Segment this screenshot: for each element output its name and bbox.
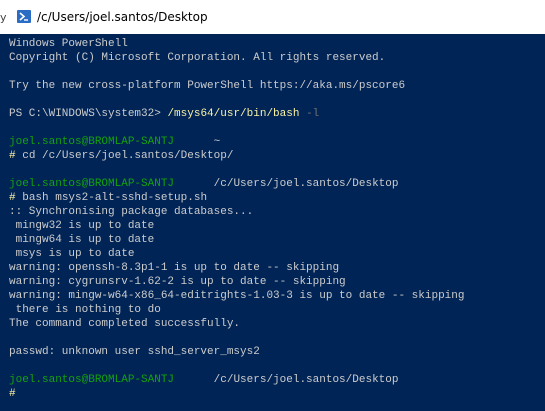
prompt-hash-1: # bbox=[9, 150, 16, 162]
prompt-dir-1: ~ bbox=[213, 136, 221, 148]
prompt-dir-2: /c/Users/joel.santos/Desktop bbox=[213, 178, 399, 190]
command-line-2: # bash msys2-alt-sshd-setup.sh bbox=[9, 191, 207, 205]
ps-command: /msys64/usr/bin/bash bbox=[167, 108, 300, 120]
command-2: bash msys2-alt-sshd-setup.sh bbox=[22, 192, 208, 204]
window-edge-glyph: y bbox=[0, 11, 7, 24]
output-line: The command completed successfully. bbox=[9, 318, 241, 330]
ps-command-flag: -l bbox=[299, 108, 320, 120]
output-line: :: Synchronising package databases... bbox=[9, 206, 254, 218]
output-line: msys is up to date bbox=[9, 248, 135, 260]
title-bar[interactable]: y /c/Users/joel.santos/Desktop bbox=[0, 0, 545, 34]
user-host: joel.santos@BROMLAP-SANTJ bbox=[9, 136, 175, 148]
prompt-dir-3: /c/Users/joel.santos/Desktop bbox=[213, 374, 399, 386]
powershell-icon bbox=[17, 10, 31, 23]
output-line: there is nothing to do bbox=[9, 304, 161, 316]
bash-prompt-3: joel.santos@BROMLAP-SANTJ /c/Users/joel.… bbox=[9, 373, 398, 387]
user-host: joel.santos@BROMLAP-SANTJ bbox=[9, 178, 175, 190]
window-title: /c/Users/joel.santos/Desktop bbox=[37, 10, 208, 24]
ps-copyright-line: Copyright (C) Microsoft Corporation. All… bbox=[9, 52, 386, 64]
console-output[interactable]: Windows PowerShell Copyright (C) Microso… bbox=[0, 34, 545, 411]
output-line: mingw64 is up to date bbox=[9, 234, 155, 246]
command-1: cd /c/Users/joel.santos/Desktop/ bbox=[22, 150, 234, 162]
prompt-hash-2: # bbox=[9, 192, 16, 204]
bash-prompt-1: joel.santos@BROMLAP-SANTJ ~ bbox=[9, 135, 220, 149]
output-line: warning: openssh-8.3p1-1 is up to date -… bbox=[9, 262, 340, 274]
command-line-1: # cd /c/Users/joel.santos/Desktop/ bbox=[9, 149, 233, 163]
ps-prompt-line: PS C:\WINDOWS\system32> /msys64/usr/bin/… bbox=[9, 107, 319, 121]
output-line: warning: mingw-w64-x86_64-editrights-1.0… bbox=[9, 290, 465, 302]
output-line: warning: cygrunsrv-1.62-2 is up to date … bbox=[9, 276, 346, 288]
bash-prompt-2: joel.santos@BROMLAP-SANTJ /c/Users/joel.… bbox=[9, 177, 398, 191]
ps-header-line: Windows PowerShell bbox=[9, 38, 128, 50]
user-host: joel.santos@BROMLAP-SANTJ bbox=[9, 374, 175, 386]
ps-tip-line: Try the new cross-platform PowerShell ht… bbox=[9, 80, 406, 92]
passwd-error-line: passwd: unknown user sshd_server_msys2 bbox=[9, 346, 260, 358]
command-line-3[interactable]: # bbox=[9, 387, 16, 401]
terminal-window: y /c/Users/joel.santos/Desktop Windows P… bbox=[0, 0, 545, 411]
ps-prompt: PS C:\WINDOWS\system32> bbox=[9, 108, 168, 120]
output-line: mingw32 is up to date bbox=[9, 220, 155, 232]
prompt-hash-3: # bbox=[9, 388, 16, 400]
